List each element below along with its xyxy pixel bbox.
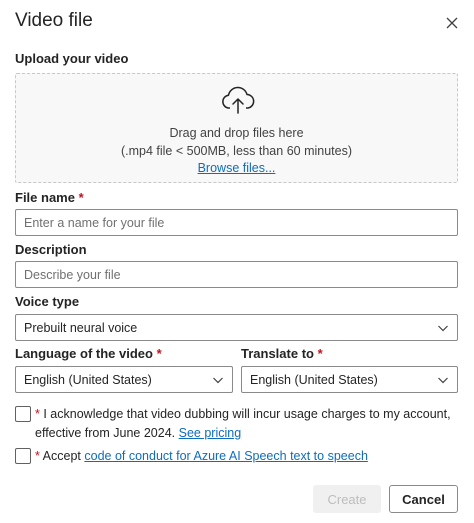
voice-type-label: Voice type: [15, 294, 80, 309]
required-mark: *: [35, 407, 40, 421]
file-name-label-text: File name: [15, 190, 75, 205]
chevron-down-icon: [438, 325, 448, 332]
voice-type-value: Prebuilt neural voice: [24, 320, 138, 335]
acknowledge-line2: effective from June 2024.: [35, 426, 176, 440]
cloud-upload-icon: [222, 86, 255, 114]
chevron-down-icon: [213, 377, 223, 384]
close-button[interactable]: [441, 12, 463, 34]
upload-label: Upload your video: [15, 51, 129, 66]
file-name-input[interactable]: [15, 209, 458, 236]
voice-type-dropdown[interactable]: Prebuilt neural voice: [15, 314, 458, 341]
translate-to-label: Translate to *: [241, 346, 323, 361]
see-pricing-link[interactable]: See pricing: [179, 426, 242, 440]
description-input[interactable]: [15, 261, 458, 288]
browse-files-link[interactable]: Browse files...: [198, 161, 276, 175]
translate-to-value: English (United States): [250, 372, 378, 387]
video-language-value: English (United States): [24, 372, 152, 387]
browse-files-wrapper: Browse files...: [16, 161, 457, 175]
cancel-button[interactable]: Cancel: [389, 485, 458, 513]
translate-to-label-text: Translate to: [241, 346, 314, 361]
drag-drop-text: Drag and drop files here: [169, 126, 304, 140]
required-mark: *: [317, 346, 323, 361]
code-of-conduct-link[interactable]: code of conduct for Azure AI Speech text…: [84, 449, 368, 463]
video-language-dropdown[interactable]: English (United States): [15, 366, 233, 393]
required-mark: *: [35, 449, 40, 463]
acknowledge-line1: I acknowledge that video dubbing will in…: [43, 407, 451, 421]
video-language-label-text: Language of the video: [15, 346, 153, 361]
accept-label: Accept: [42, 449, 81, 463]
acknowledge-text: * I acknowledge that video dubbing will …: [35, 405, 460, 443]
file-name-label: File name *: [15, 190, 84, 205]
upload-dropzone[interactable]: Drag and drop files here (.mp4 file < 50…: [15, 73, 458, 183]
required-mark: *: [156, 346, 162, 361]
acknowledge-checkbox[interactable]: [15, 406, 31, 422]
close-icon: [446, 17, 458, 29]
video-language-label: Language of the video *: [15, 346, 162, 361]
accept-checkbox[interactable]: [15, 448, 31, 464]
required-mark: *: [78, 190, 84, 205]
dialog-title: Video file: [15, 10, 93, 31]
file-limits-text: (.mp4 file < 500MB, less than 60 minutes…: [120, 144, 352, 158]
chevron-down-icon: [438, 377, 448, 384]
create-button[interactable]: Create: [313, 485, 381, 513]
description-label: Description: [15, 242, 87, 257]
accept-text: * Accept code of conduct for Azure AI Sp…: [35, 447, 460, 466]
translate-to-dropdown[interactable]: English (United States): [241, 366, 458, 393]
